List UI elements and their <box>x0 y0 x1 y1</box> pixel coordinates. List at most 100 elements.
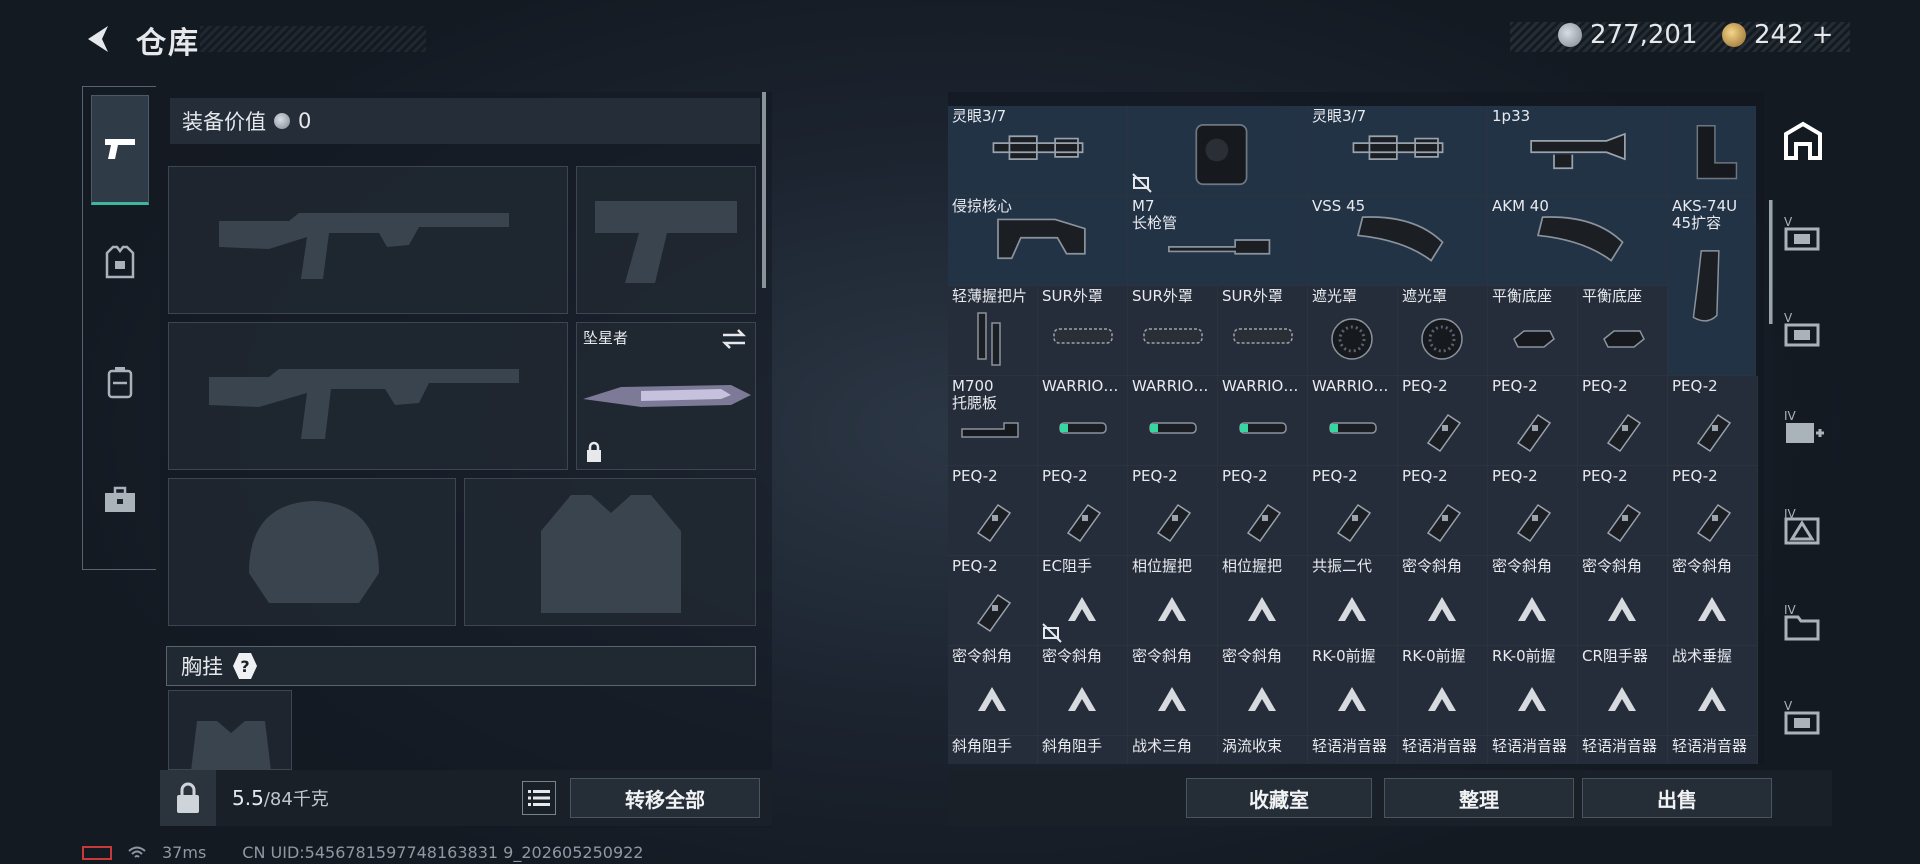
stash-page-5-button[interactable]: V <box>1780 210 1826 256</box>
stash-item[interactable]: PEQ-2 <box>1578 466 1668 556</box>
stash-item[interactable]: 灵眼3/7 <box>1308 106 1488 196</box>
stash-item[interactable]: VSS 45 <box>1308 196 1488 286</box>
stash-item[interactable]: RK-0前握 <box>1488 646 1578 736</box>
stash-item[interactable]: 共振二代 <box>1308 556 1398 646</box>
stash-item[interactable]: PEQ-2 <box>1128 466 1218 556</box>
stash-item[interactable]: 战术垂握 <box>1668 646 1758 736</box>
stash-item[interactable]: PEQ-2 <box>1488 466 1578 556</box>
stash-item[interactable]: 密令斜角 <box>1038 646 1128 736</box>
stash-item[interactable] <box>1668 106 1756 196</box>
stash-item-name: PEQ-2 <box>1672 377 1718 395</box>
stash-item[interactable] <box>1128 106 1308 196</box>
stash-item[interactable]: CR阻手器 <box>1578 646 1668 736</box>
stash-item[interactable]: PEQ-2 <box>1398 466 1488 556</box>
stash-item[interactable]: PEQ-2 <box>1668 376 1758 466</box>
stash-item[interactable]: 轻语消音器 <box>1668 736 1758 764</box>
stash-item[interactable]: 斜角阻手 <box>948 736 1038 764</box>
sell-button[interactable]: 出售 <box>1582 778 1772 818</box>
stash-item[interactable]: 轻薄握把片 <box>948 286 1038 376</box>
stash-item[interactable]: 密令斜角 <box>1128 646 1218 736</box>
primary-weapon-slot[interactable] <box>168 166 568 314</box>
tab-backpack[interactable] <box>91 327 149 437</box>
stash-item[interactable]: 战术三角 <box>1128 736 1218 764</box>
stash-item[interactable]: PEQ-2 <box>1668 466 1758 556</box>
loadout-scrollbar[interactable] <box>762 92 766 288</box>
organize-button[interactable]: 整理 <box>1384 778 1574 818</box>
stash-item[interactable]: PEQ-2 <box>1578 376 1668 466</box>
stash-page-4-button[interactable]: IV <box>1780 502 1826 548</box>
collection-room-button[interactable]: 收藏室 <box>1186 778 1372 818</box>
stash-item[interactable]: 遮光罩 <box>1398 286 1488 376</box>
silver-coin-icon <box>274 113 290 129</box>
stash-item[interactable]: PEQ-2 <box>1398 376 1488 466</box>
stash-item[interactable]: 1p33 <box>1488 106 1668 196</box>
list-view-button[interactable] <box>522 781 556 815</box>
gold-currency[interactable]: 242 + <box>1722 20 1833 50</box>
stash-item[interactable]: EC阻手 <box>1038 556 1128 646</box>
stash-item[interactable]: PEQ-2 <box>948 556 1038 646</box>
stash-item[interactable]: 相位握把 <box>1218 556 1308 646</box>
swap-icon[interactable] <box>721 327 747 351</box>
stash-item[interactable]: 密令斜角 <box>1668 556 1758 646</box>
stash-item[interactable]: M700 托腮板 <box>948 376 1038 466</box>
stash-item[interactable]: AKS-74U 45扩容 <box>1668 196 1756 376</box>
stash-item[interactable]: 遮光罩 <box>1308 286 1398 376</box>
tab-armor[interactable] <box>91 207 149 317</box>
stash-page-4-folder-button[interactable]: IV <box>1780 598 1826 644</box>
stash-item[interactable]: 密令斜角 <box>1578 556 1668 646</box>
stash-home-button[interactable] <box>1780 118 1826 164</box>
stash-item[interactable]: 平衡底座 <box>1488 286 1578 376</box>
stash-page-5c-button[interactable]: V <box>1780 694 1826 740</box>
stash-item[interactable]: PEQ-2 <box>1308 466 1398 556</box>
stash-item[interactable]: 涡流收束 <box>1218 736 1308 764</box>
status-bar: 37ms CN UID:5456781597748163831 9_202605… <box>82 843 643 862</box>
stash-item[interactable]: 密令斜角 <box>1398 556 1488 646</box>
stash-item[interactable]: WARRIO… <box>1128 376 1218 466</box>
stash-item-name: RK-0前握 <box>1492 647 1556 665</box>
tab-case[interactable] <box>91 445 149 555</box>
stash-item[interactable]: 轻语消音器 <box>1578 736 1668 764</box>
tab-weapons[interactable] <box>91 95 149 205</box>
stash-item[interactable]: PEQ-2 <box>948 466 1038 556</box>
stash-item[interactable]: WARRIO… <box>1038 376 1128 466</box>
stash-item[interactable]: PEQ-2 <box>1488 376 1578 466</box>
stash-item[interactable]: WARRIO… <box>1308 376 1398 466</box>
stash-page-5b-button[interactable]: V <box>1780 306 1826 352</box>
helmet-slot[interactable] <box>168 478 456 626</box>
stash-item[interactable]: PEQ-2 <box>1038 466 1128 556</box>
stash-item[interactable]: PEQ-2 <box>1218 466 1308 556</box>
melee-slot[interactable]: 坠星者 <box>576 322 756 470</box>
stash-item[interactable]: AKM 40 <box>1488 196 1668 286</box>
stash-item[interactable]: 侵掠核心 <box>948 196 1128 286</box>
stash-page-5-icon: V <box>1784 215 1820 251</box>
stash-item[interactable]: 密令斜角 <box>1218 646 1308 736</box>
stash-item[interactable]: RK-0前握 <box>1398 646 1488 736</box>
stash-item[interactable]: M7 长枪管 <box>1128 196 1308 286</box>
stash-item[interactable]: 密令斜角 <box>948 646 1038 736</box>
secondary-weapon-slot[interactable] <box>168 322 568 470</box>
stash-item[interactable]: 轻语消音器 <box>1308 736 1398 764</box>
stash-item[interactable]: WARRIO… <box>1218 376 1308 466</box>
stash-item[interactable]: 灵眼3/7 <box>948 106 1128 196</box>
stash-item[interactable]: 轻语消音器 <box>1398 736 1488 764</box>
stash-item[interactable]: SUR外罩 <box>1128 286 1218 376</box>
stash-item[interactable]: 平衡底座 <box>1578 286 1668 376</box>
stash-item[interactable]: 斜角阻手 <box>1038 736 1128 764</box>
stash-item[interactable]: SUR外罩 <box>1038 286 1128 376</box>
chest-rig-header[interactable]: 胸挂 ? <box>166 646 756 686</box>
stash-item[interactable]: RK-0前握 <box>1308 646 1398 736</box>
back-button[interactable] <box>82 22 116 56</box>
sidearm-slot[interactable] <box>576 166 756 314</box>
transfer-all-button[interactable]: 转移全部 <box>570 778 760 818</box>
stash-item[interactable]: SUR外罩 <box>1218 286 1308 376</box>
stash-page-4-add-button[interactable]: IV <box>1780 404 1826 450</box>
secure-lock-button[interactable] <box>160 770 216 826</box>
stash-item[interactable]: 轻语消音器 <box>1488 736 1578 764</box>
gold-add-button[interactable]: + <box>1812 20 1834 50</box>
chest-rig-slot[interactable] <box>168 690 292 771</box>
help-icon[interactable]: ? <box>233 653 257 679</box>
armor-slot[interactable] <box>464 478 756 626</box>
stash-item-name: CR阻手器 <box>1582 647 1648 665</box>
stash-item[interactable]: 相位握把 <box>1128 556 1218 646</box>
stash-item[interactable]: 密令斜角 <box>1488 556 1578 646</box>
